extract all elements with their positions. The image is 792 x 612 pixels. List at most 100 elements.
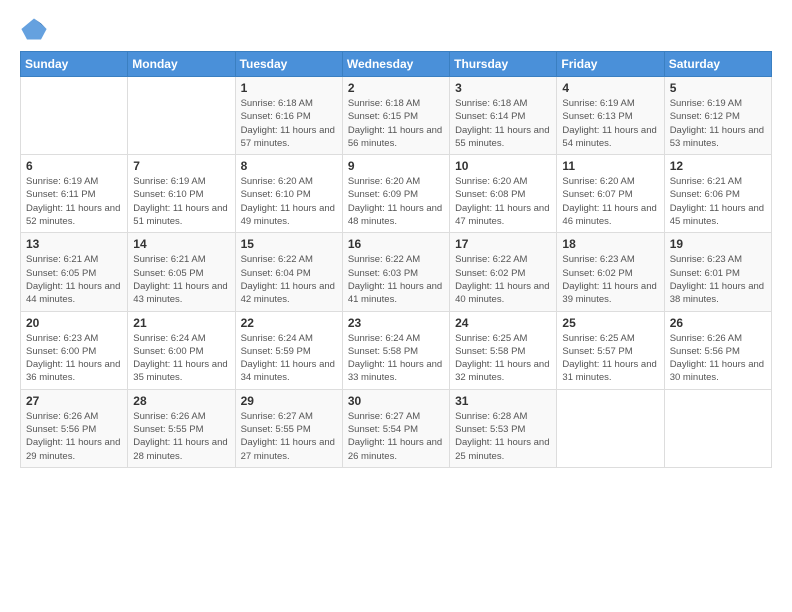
day-info: Sunrise: 6:24 AMSunset: 6:00 PMDaylight:… <box>133 332 229 385</box>
page: Sunday Monday Tuesday Wednesday Thursday… <box>0 0 792 612</box>
calendar-cell: 11 Sunrise: 6:20 AMSunset: 6:07 PMDayligh… <box>557 155 664 233</box>
day-info: Sunrise: 6:27 AMSunset: 5:54 PMDaylight:… <box>348 410 444 463</box>
calendar-cell: 4Sunrise: 6:19 AMSunset: 6:13 PMDaylight… <box>557 77 664 155</box>
day-info: Sunrise: 6:20 AMSunset: 6:07 PMDaylight:… <box>562 175 658 228</box>
day-info: Sunrise: 6:19 AMSunset: 6:11 PMDaylight:… <box>26 175 122 228</box>
calendar-cell: 23 Sunrise: 6:24 AMSunset: 5:58 PMDayligh… <box>342 311 449 389</box>
day-info: Sunrise: 6:21 AMSunset: 6:05 PMDaylight:… <box>133 253 229 306</box>
calendar-cell: 15Sunrise: 6:22 AMSunset: 6:04 PMDayligh… <box>235 233 342 311</box>
day-info: Sunrise: 6:26 AMSunset: 5:55 PMDaylight:… <box>133 410 229 463</box>
day-info: Sunrise: 6:22 AMSunset: 6:02 PMDaylight:… <box>455 253 551 306</box>
header-sunday: Sunday <box>21 52 128 77</box>
header <box>20 15 772 43</box>
day-info: Sunrise: 6:19 AMSunset: 6:13 PMDaylight:… <box>562 97 658 150</box>
day-number: 13 <box>26 237 122 251</box>
day-info: Sunrise: 6:18 AMSunset: 6:16 PMDaylight:… <box>241 97 337 150</box>
calendar-cell: 3 Sunrise: 6:18 AMSunset: 6:14 PMDaylight… <box>450 77 557 155</box>
day-number: 18 <box>562 237 658 251</box>
header-thursday: Thursday <box>450 52 557 77</box>
day-number: 11 <box>562 159 658 173</box>
calendar-cell: 17 Sunrise: 6:22 AMSunset: 6:02 PMDayligh… <box>450 233 557 311</box>
day-info: Sunrise: 6:26 AMSunset: 5:56 PMDaylight:… <box>26 410 122 463</box>
header-friday: Friday <box>557 52 664 77</box>
day-number: 1 <box>241 81 337 95</box>
calendar-cell: 10Sunrise: 6:20 AMSunset: 6:08 PMDayligh… <box>450 155 557 233</box>
day-info: Sunrise: 6:21 AMSunset: 6:05 PMDaylight:… <box>26 253 122 306</box>
calendar-cell: 29 Sunrise: 6:27 AMSunset: 5:55 PMDayligh… <box>235 389 342 467</box>
day-number: 26 <box>670 316 766 330</box>
calendar-cell: 12 Sunrise: 6:21 AMSunset: 6:06 PMDayligh… <box>664 155 771 233</box>
day-info: Sunrise: 6:24 AMSunset: 5:58 PMDaylight:… <box>348 332 444 385</box>
calendar-cell: 19 Sunrise: 6:23 AMSunset: 6:01 PMDayligh… <box>664 233 771 311</box>
calendar-cell <box>128 77 235 155</box>
day-info: Sunrise: 6:23 AMSunset: 6:00 PMDaylight:… <box>26 332 122 385</box>
calendar-cell: 22Sunrise: 6:24 AMSunset: 5:59 PMDayligh… <box>235 311 342 389</box>
calendar-cell: 16 Sunrise: 6:22 AMSunset: 6:03 PMDayligh… <box>342 233 449 311</box>
day-info: Sunrise: 6:26 AMSunset: 5:56 PMDaylight:… <box>670 332 766 385</box>
day-number: 19 <box>670 237 766 251</box>
calendar-cell <box>21 77 128 155</box>
day-number: 9 <box>348 159 444 173</box>
calendar-cell: 5Sunrise: 6:19 AMSunset: 6:12 PMDaylight… <box>664 77 771 155</box>
calendar-week-row: 13 Sunrise: 6:21 AMSunset: 6:05 PMDayligh… <box>21 233 772 311</box>
day-info: Sunrise: 6:20 AMSunset: 6:10 PMDaylight:… <box>241 175 337 228</box>
day-info: Sunrise: 6:25 AMSunset: 5:57 PMDaylight:… <box>562 332 658 385</box>
day-number: 29 <box>241 394 337 408</box>
header-monday: Monday <box>128 52 235 77</box>
day-info: Sunrise: 6:23 AMSunset: 6:01 PMDaylight:… <box>670 253 766 306</box>
calendar-cell: 24Sunrise: 6:25 AMSunset: 5:58 PMDayligh… <box>450 311 557 389</box>
calendar-cell: 1 Sunrise: 6:18 AMSunset: 6:16 PMDaylight… <box>235 77 342 155</box>
day-number: 30 <box>348 394 444 408</box>
calendar-cell: 2Sunrise: 6:18 AMSunset: 6:15 PMDaylight… <box>342 77 449 155</box>
calendar-cell: 8 Sunrise: 6:20 AMSunset: 6:10 PMDaylight… <box>235 155 342 233</box>
day-info: Sunrise: 6:21 AMSunset: 6:06 PMDaylight:… <box>670 175 766 228</box>
day-number: 8 <box>241 159 337 173</box>
calendar-cell: 9 Sunrise: 6:20 AMSunset: 6:09 PMDaylight… <box>342 155 449 233</box>
day-info: Sunrise: 6:18 AMSunset: 6:14 PMDaylight:… <box>455 97 551 150</box>
calendar-cell: 18 Sunrise: 6:23 AMSunset: 6:02 PMDayligh… <box>557 233 664 311</box>
day-number: 20 <box>26 316 122 330</box>
calendar-cell: 21 Sunrise: 6:24 AMSunset: 6:00 PMDayligh… <box>128 311 235 389</box>
day-number: 31 <box>455 394 551 408</box>
calendar-week-row: 6 Sunrise: 6:19 AMSunset: 6:11 PMDaylight… <box>21 155 772 233</box>
day-info: Sunrise: 6:19 AMSunset: 6:10 PMDaylight:… <box>133 175 229 228</box>
day-number: 17 <box>455 237 551 251</box>
calendar-cell: 6 Sunrise: 6:19 AMSunset: 6:11 PMDaylight… <box>21 155 128 233</box>
header-tuesday: Tuesday <box>235 52 342 77</box>
day-info: Sunrise: 6:23 AMSunset: 6:02 PMDaylight:… <box>562 253 658 306</box>
day-number: 7 <box>133 159 229 173</box>
day-number: 21 <box>133 316 229 330</box>
calendar-cell: 13 Sunrise: 6:21 AMSunset: 6:05 PMDayligh… <box>21 233 128 311</box>
day-number: 6 <box>26 159 122 173</box>
calendar-cell: 7 Sunrise: 6:19 AMSunset: 6:10 PMDaylight… <box>128 155 235 233</box>
day-number: 14 <box>133 237 229 251</box>
header-wednesday: Wednesday <box>342 52 449 77</box>
logo <box>20 15 52 43</box>
day-number: 15 <box>241 237 337 251</box>
day-number: 2 <box>348 81 444 95</box>
day-info: Sunrise: 6:27 AMSunset: 5:55 PMDaylight:… <box>241 410 337 463</box>
day-info: Sunrise: 6:22 AMSunset: 6:03 PMDaylight:… <box>348 253 444 306</box>
calendar-cell: 31Sunrise: 6:28 AMSunset: 5:53 PMDayligh… <box>450 389 557 467</box>
day-number: 25 <box>562 316 658 330</box>
calendar-cell <box>557 389 664 467</box>
day-number: 3 <box>455 81 551 95</box>
day-number: 23 <box>348 316 444 330</box>
day-info: Sunrise: 6:24 AMSunset: 5:59 PMDaylight:… <box>241 332 337 385</box>
day-number: 12 <box>670 159 766 173</box>
day-number: 28 <box>133 394 229 408</box>
calendar-cell: 25 Sunrise: 6:25 AMSunset: 5:57 PMDayligh… <box>557 311 664 389</box>
calendar-week-row: 27Sunrise: 6:26 AMSunset: 5:56 PMDayligh… <box>21 389 772 467</box>
calendar-cell: 20 Sunrise: 6:23 AMSunset: 6:00 PMDayligh… <box>21 311 128 389</box>
day-number: 16 <box>348 237 444 251</box>
calendar-cell: 30 Sunrise: 6:27 AMSunset: 5:54 PMDayligh… <box>342 389 449 467</box>
calendar-week-row: 1 Sunrise: 6:18 AMSunset: 6:16 PMDaylight… <box>21 77 772 155</box>
day-info: Sunrise: 6:19 AMSunset: 6:12 PMDaylight:… <box>670 97 766 150</box>
calendar-week-row: 20 Sunrise: 6:23 AMSunset: 6:00 PMDayligh… <box>21 311 772 389</box>
header-saturday: Saturday <box>664 52 771 77</box>
logo-icon <box>20 15 48 43</box>
calendar-cell: 28 Sunrise: 6:26 AMSunset: 5:55 PMDayligh… <box>128 389 235 467</box>
calendar-cell: 14 Sunrise: 6:21 AMSunset: 6:05 PMDayligh… <box>128 233 235 311</box>
calendar-cell: 26 Sunrise: 6:26 AMSunset: 5:56 PMDayligh… <box>664 311 771 389</box>
day-info: Sunrise: 6:20 AMSunset: 6:09 PMDaylight:… <box>348 175 444 228</box>
